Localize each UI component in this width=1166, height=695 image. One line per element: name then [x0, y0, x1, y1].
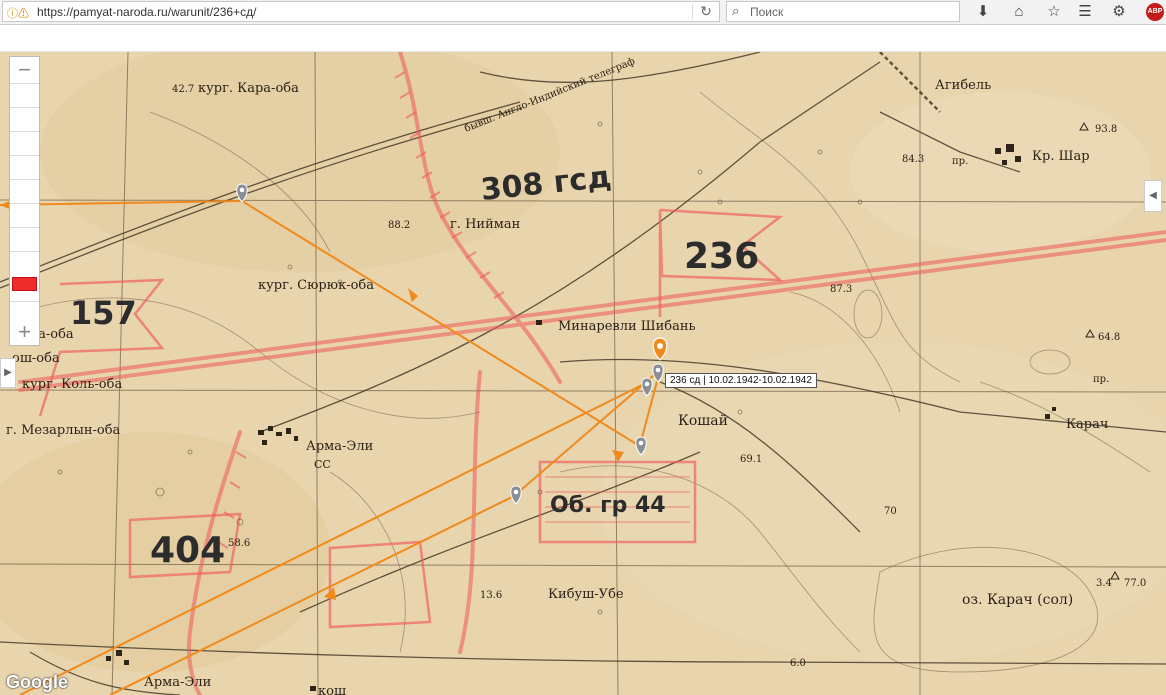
label-kurg-syuryuk-oba: кург. Сюрюк-оба: [258, 278, 374, 293]
expand-left-panel-icon[interactable]: ▶: [0, 358, 16, 388]
divider: [692, 4, 693, 19]
address-bar[interactable]: ⓘ⚠ https://pamyat-naroda.ru/warunit/236+…: [2, 1, 720, 22]
marker-tooltip: 236 сд | 10.02.1942-10.02.1942: [665, 373, 817, 388]
label-g-niyman: г. Нийман: [450, 217, 520, 232]
label-elev-3-4: 3.4: [1096, 578, 1112, 589]
zoom-tick: [10, 227, 39, 228]
label-elev-88-2: 88.2: [388, 220, 410, 231]
label-g-mezarlyn-oba: г. Мезарлын-оба: [6, 423, 121, 438]
label-kibush-ube: Кибуш-Убе: [548, 587, 624, 602]
map-canvas[interactable]: 42.7 кург. Кара-оба бывш. Англо-Индийски…: [0, 52, 1166, 695]
reload-icon[interactable]: ↻: [697, 3, 715, 20]
browser-toolbar: ⓘ⚠ https://pamyat-naroda.ru/warunit/236+…: [0, 0, 1166, 25]
search-bar[interactable]: ⌕ Поиск: [726, 1, 960, 22]
label-arma-eli-top: Арма-Эли: [306, 439, 373, 454]
historic-map: 42.7 кург. Кара-оба бывш. Англо-Индийски…: [0, 52, 1166, 695]
label-elev-42-7: 42.7: [172, 84, 194, 95]
annotation-157: 157: [70, 294, 137, 332]
label-agibel: Агибель: [935, 78, 991, 93]
zoom-out-button[interactable]: −: [10, 59, 39, 81]
label-minarevli-shiban: Минаревли Шибань: [558, 319, 696, 334]
zoom-tick: [10, 155, 39, 156]
expand-right-panel-icon[interactable]: ◀: [1144, 180, 1162, 212]
google-logo: Google: [6, 672, 68, 692]
label-karach: Карач: [1066, 417, 1108, 432]
annotation-404: 404: [150, 530, 225, 571]
label-kr-shar: Кр. Шар: [1032, 149, 1090, 164]
bookmark-star-icon[interactable]: ☆: [1043, 2, 1065, 22]
label-elev-13-6: 13.6: [480, 590, 502, 601]
label-elev-84-3: 84.3: [902, 154, 924, 165]
url-text[interactable]: https://pamyat-naroda.ru/warunit/236+сд/: [37, 5, 256, 19]
label-kurg-kol-oba: кург. Коль-оба: [22, 377, 122, 392]
label-elev-6-0: 6.0: [790, 658, 806, 669]
annotation-ob-gr-44: Об. гр 44: [550, 493, 666, 518]
label-kosh-bottom: кош: [318, 684, 346, 695]
search-icon: ⌕: [732, 3, 740, 18]
label-kosh-oba: ош-оба: [12, 351, 60, 366]
annotation-236: 236: [684, 236, 759, 277]
zoom-control: − +: [9, 56, 40, 346]
label-pr1: пр.: [952, 156, 968, 167]
label-kurg-kara-oba: кург. Кара-оба: [198, 81, 299, 96]
label-elev-87-3: 87.3: [830, 284, 852, 295]
label-koshay: Кошай: [678, 413, 728, 429]
zoom-tick: [10, 251, 39, 252]
download-icon[interactable]: ⬇: [972, 2, 994, 22]
zoom-tick: [10, 83, 39, 84]
page-header-gap: [0, 25, 1166, 52]
label-pr2: пр.: [1093, 374, 1109, 385]
zoom-tick: [10, 179, 39, 180]
label-oz-karach: оз. Карач (сол): [962, 592, 1073, 608]
search-placeholder[interactable]: Поиск: [750, 5, 783, 19]
security-warning-icon: ⓘ⚠: [7, 8, 29, 20]
adblock-icon[interactable]: ABP: [1146, 3, 1164, 21]
label-elev-64-8: 64.8: [1098, 332, 1120, 343]
zoom-slider-thumb[interactable]: [12, 277, 37, 291]
zoom-tick: [10, 301, 39, 302]
label-elev-93-8: 93.8: [1095, 124, 1117, 135]
home-icon[interactable]: ⌂: [1008, 2, 1030, 22]
zoom-tick: [10, 107, 39, 108]
label-elev-70: 70: [884, 506, 897, 517]
label-arma-eli-bottom: Арма-Эли: [144, 675, 211, 690]
zoom-tick: [10, 203, 39, 204]
zoom-in-button[interactable]: +: [10, 321, 39, 343]
label-elev-58-6: 58.6: [228, 538, 250, 549]
reading-list-icon[interactable]: ☰: [1074, 2, 1096, 22]
label-ss: СС: [314, 458, 331, 471]
label-elev-69-1: 69.1: [740, 454, 762, 465]
label-elev-77-0: 77.0: [1124, 578, 1146, 589]
zoom-tick: [10, 131, 39, 132]
extension-icon[interactable]: ⚙: [1108, 2, 1130, 22]
